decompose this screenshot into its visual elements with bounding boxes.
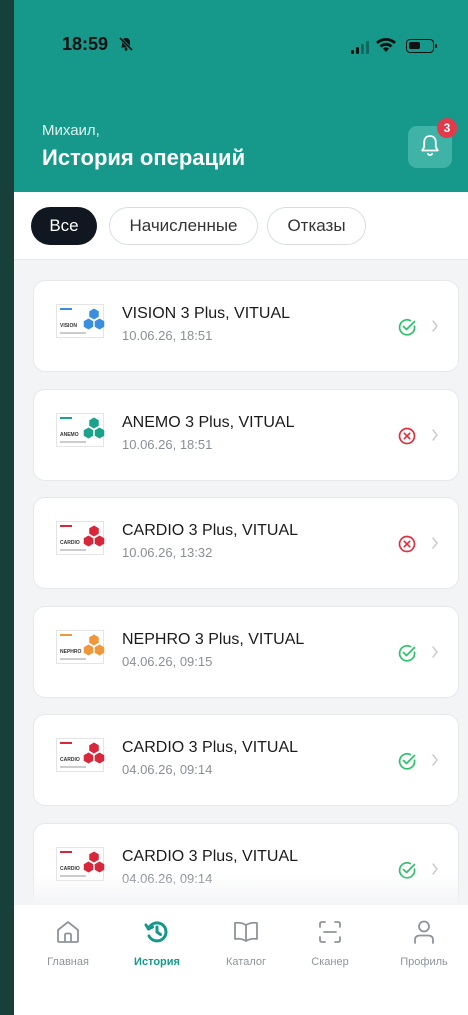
product-brand-mark (60, 742, 72, 744)
success-check-icon (397, 751, 417, 776)
operation-date: 10.06.26, 13:32 (122, 545, 213, 560)
tab-profile-label: Профиль (400, 956, 448, 968)
chevron-right-icon (430, 643, 440, 666)
product-thumbnail: CARDIO (56, 521, 105, 555)
app-screen: 18:59 Михаил, История операций 3 Все Нач… (14, 0, 468, 1015)
bell-icon (419, 133, 441, 162)
operation-card[interactable]: VISION VISION 3 Plus, VITUAL 10.06.26, 18:… (33, 280, 459, 372)
hexagon-cluster-icon (83, 742, 105, 764)
chevron-right-icon (430, 534, 440, 557)
status-bar: 18:59 (14, 34, 468, 60)
user-greeting: Михаил, (42, 122, 100, 139)
book-icon (232, 919, 260, 950)
product-box-label: NEPHRO (60, 649, 82, 655)
chevron-right-icon (430, 426, 440, 449)
battery-icon (406, 39, 437, 53)
product-thumbnail: VISION (56, 304, 105, 338)
hexagon-cluster-icon (83, 417, 105, 439)
tab-catalog-label: Каталог (226, 956, 266, 968)
operation-card[interactable]: CARDIO CARDIO 3 Plus, VITUAL 04.06.26, 09:… (33, 714, 459, 806)
product-box-label: CARDIO (60, 757, 80, 763)
product-name: CARDIO 3 Plus, VITUAL (122, 848, 299, 865)
product-thumbnail: ANEMO (56, 413, 105, 447)
product-box-label: CARDIO (60, 540, 80, 546)
chevron-right-icon (430, 317, 440, 340)
status-time: 18:59 (62, 34, 109, 54)
rejected-x-icon (397, 534, 417, 559)
chevron-right-icon (430, 751, 440, 774)
tab-history[interactable]: История (117, 919, 197, 968)
notification-badge: 3 (437, 118, 457, 138)
page-title: История операций (42, 145, 246, 170)
product-brand-mark (60, 308, 72, 310)
silent-mode-icon (118, 36, 134, 56)
rejected-x-icon (397, 426, 417, 451)
success-check-icon (397, 643, 417, 668)
tab-catalog[interactable]: Каталог (206, 919, 286, 968)
product-brand-mark (60, 525, 72, 527)
tab-home[interactable]: Главная (28, 919, 108, 968)
tab-scanner-label: Сканер (311, 956, 349, 968)
operation-date: 10.06.26, 18:51 (122, 437, 213, 452)
operation-card[interactable]: CARDIO CARDIO 3 Plus, VITUAL 10.06.26, 13:… (33, 497, 459, 589)
filter-all[interactable]: Все (31, 207, 97, 245)
product-name: VISION 3 Plus, VITUAL (122, 305, 291, 322)
tab-scanner[interactable]: Сканер (290, 919, 370, 968)
signal-icon (351, 40, 369, 54)
product-brand-mark (60, 417, 72, 419)
product-thumbnail: CARDIO (56, 738, 105, 772)
hexagon-cluster-icon (83, 634, 105, 656)
hexagon-cluster-icon (83, 525, 105, 547)
success-check-icon (397, 317, 417, 342)
list-fade (14, 875, 468, 905)
header: 18:59 Михаил, История операций 3 (14, 0, 468, 192)
filter-rejected[interactable]: Отказы (267, 207, 366, 245)
product-box-label: ANEMO (60, 432, 79, 438)
history-icon (143, 918, 171, 951)
filter-accrued[interactable]: Начисленные (109, 207, 258, 245)
product-brand-mark (60, 634, 72, 636)
tab-profile[interactable]: Профиль (384, 919, 464, 968)
product-name: CARDIO 3 Plus, VITUAL (122, 739, 299, 756)
product-box-label: VISION (60, 323, 77, 329)
product-name: CARDIO 3 Plus, VITUAL (122, 522, 299, 539)
product-box-label: CARDIO (60, 866, 80, 872)
scan-icon (316, 918, 344, 951)
product-name: NEPHRO 3 Plus, VITUAL (122, 631, 305, 648)
product-brand-mark (60, 851, 72, 853)
wifi-icon (375, 37, 397, 58)
home-icon (55, 919, 81, 950)
bottom-tab-bar: Главная История Каталог Сканер Профиль (14, 905, 468, 1015)
product-thumbnail: NEPHRO (56, 630, 105, 664)
product-name: ANEMO 3 Plus, VITUAL (122, 414, 295, 431)
tab-home-label: Главная (47, 956, 89, 968)
hexagon-cluster-icon (83, 308, 105, 330)
operation-card[interactable]: NEPHRO NEPHRO 3 Plus, VITUAL 04.06.26, 09:… (33, 606, 459, 698)
operation-date: 04.06.26, 09:15 (122, 654, 213, 669)
operation-card[interactable]: ANEMO ANEMO 3 Plus, VITUAL 10.06.26, 18:51 (33, 389, 459, 481)
filter-bar: Все Начисленные Отказы (14, 192, 468, 260)
operation-date: 10.06.26, 18:51 (122, 328, 213, 343)
profile-icon (411, 918, 437, 951)
operation-date: 04.06.26, 09:14 (122, 762, 213, 777)
tab-history-label: История (134, 956, 180, 968)
